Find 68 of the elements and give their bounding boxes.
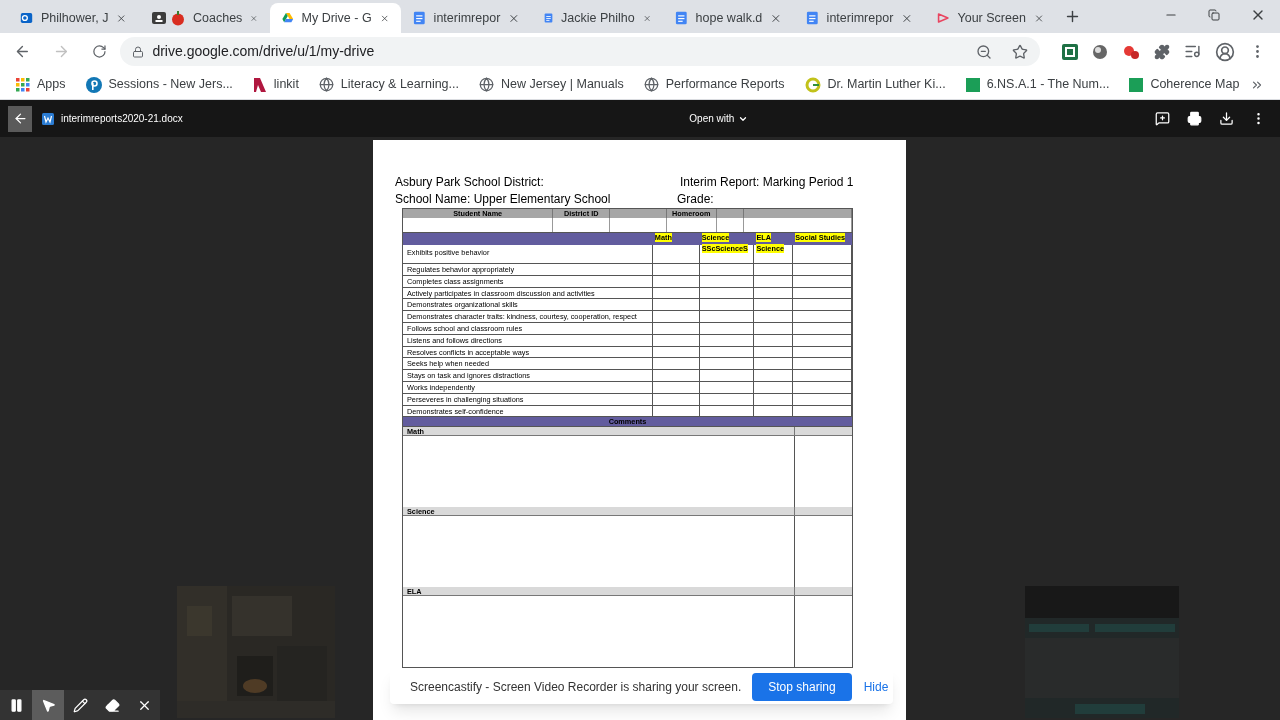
tab-title: Jackie Philho xyxy=(561,9,635,27)
extensions-icon[interactable] xyxy=(1154,43,1170,60)
eraser-icon xyxy=(104,697,120,713)
globe-icon xyxy=(479,77,494,92)
bookmark[interactable]: Coherence Map xyxy=(1129,75,1240,94)
extension-icon[interactable] xyxy=(1092,43,1108,60)
media-icon[interactable] xyxy=(1184,43,1201,60)
restore-icon[interactable] xyxy=(1208,9,1220,21)
tab-title: Coaches xyxy=(193,9,243,27)
bookmark[interactable]: Literacy & Learning... xyxy=(318,75,459,94)
stop-sharing-button[interactable]: Stop sharing xyxy=(752,672,852,701)
word-file-icon xyxy=(42,112,54,125)
sheet-icon xyxy=(965,77,980,92)
document-icon xyxy=(413,10,426,26)
tab-title: interimrepor xyxy=(433,9,501,27)
document-icon xyxy=(675,10,688,26)
back-button[interactable] xyxy=(8,105,32,132)
bookmark[interactable]: Performance Reports xyxy=(643,75,785,94)
drive-logo-icon xyxy=(282,11,294,25)
reload-icon[interactable] xyxy=(91,44,107,59)
pause-icon xyxy=(8,697,24,713)
file-name: interimreports2020-21.docx xyxy=(61,112,183,126)
tab-title: My Drive - G xyxy=(301,9,372,27)
open-with-button[interactable]: Open with xyxy=(689,111,749,126)
print-icon[interactable] xyxy=(1187,111,1202,126)
bookmark[interactable]: linkit xyxy=(252,75,299,94)
bookmark[interactable]: Apps xyxy=(16,75,66,94)
download-icon[interactable] xyxy=(1219,111,1234,126)
globe-icon xyxy=(318,77,334,92)
tab-title: Your Screen xyxy=(957,9,1026,27)
pin-logo-icon xyxy=(85,76,102,93)
apple-icon xyxy=(171,10,185,26)
document-heading: Grade: xyxy=(677,191,715,208)
apps-grid-icon xyxy=(16,77,30,92)
back-icon[interactable] xyxy=(14,43,31,60)
globe-icon xyxy=(643,77,659,92)
bookmark[interactable]: Sessions - New Jers... xyxy=(85,75,233,94)
extension-icon[interactable] xyxy=(1062,43,1078,60)
tab-title: interimrepor xyxy=(826,9,894,27)
ring-logo-icon xyxy=(804,76,821,93)
document-heading: Asbury Park School District: xyxy=(395,174,545,191)
share-message: Screencastify - Screen Video Recorder is sharing your screen. xyxy=(410,678,742,696)
record-extension-icon[interactable] xyxy=(1122,43,1140,60)
tool-button[interactable] xyxy=(32,690,64,720)
zoom-icon[interactable] xyxy=(976,43,992,60)
bookmark[interactable]: Dr. Martin Luther Ki... xyxy=(804,75,946,94)
document-heading: Interim Report: Marking Period 1 xyxy=(679,174,855,191)
sheet-icon xyxy=(1129,77,1144,92)
bookmark[interactable]: 6.NS.A.1 - The Num... xyxy=(965,75,1110,94)
cursor-icon xyxy=(40,697,56,713)
tab-title: hope walk.d xyxy=(695,9,763,27)
pencil-icon xyxy=(72,697,88,713)
profile-icon[interactable] xyxy=(1215,41,1235,62)
add-comment-icon[interactable] xyxy=(1155,111,1170,126)
bookmark[interactable]: New Jersey | Manuals xyxy=(479,75,624,94)
document-heading: School Name: Upper Elementary School xyxy=(395,191,612,208)
hide-button[interactable]: Hide xyxy=(863,677,889,696)
address-field[interactable]: drive.google.com/drive/u/1/my-drive xyxy=(120,37,1040,66)
lock-icon xyxy=(132,45,145,58)
ribbon-icon xyxy=(252,76,267,93)
contact-card-icon xyxy=(151,10,167,26)
mail-app-icon xyxy=(20,10,33,26)
browser-tab[interactable]: My Drive - G xyxy=(270,3,401,33)
tab-title: Philhower, J xyxy=(41,9,109,27)
record-icon xyxy=(937,11,950,25)
document-icon xyxy=(806,10,819,26)
new-tab-icon[interactable] xyxy=(1064,8,1081,25)
bookmark-star-icon[interactable] xyxy=(1012,43,1028,60)
